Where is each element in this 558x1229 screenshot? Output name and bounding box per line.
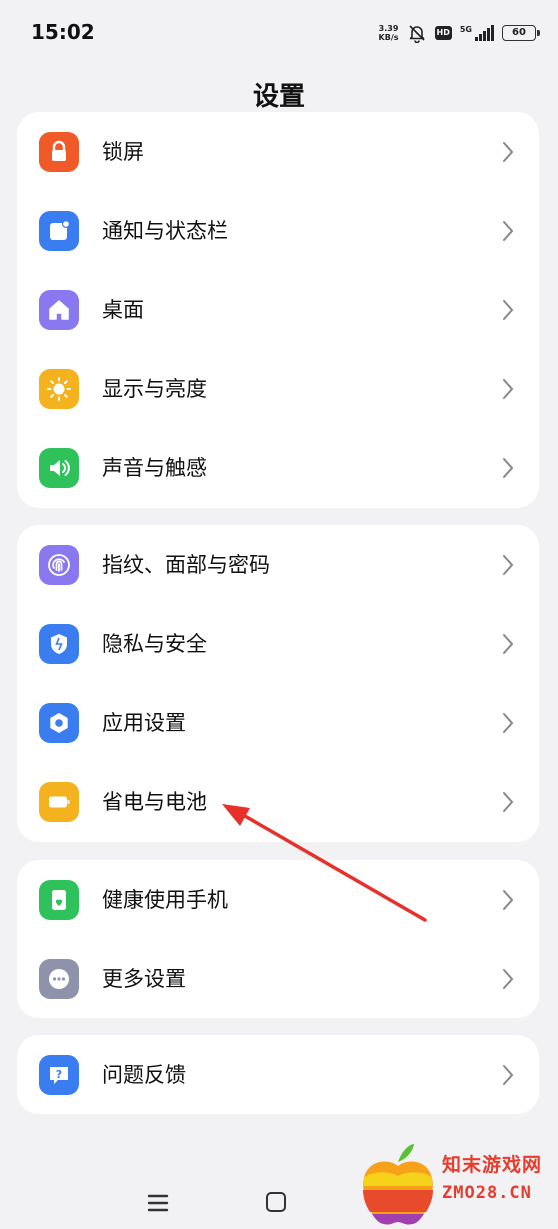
settings-item-label: 显示与亮度 [102,377,207,401]
settings-item-label: 桌面 [102,298,144,322]
settings-item-fingerprint[interactable]: 指纹、面部与密码 [17,525,539,604]
signal-type: 5G [459,25,472,34]
settings-item-apps[interactable]: 应用设置 [17,683,539,762]
settings-item-label: 指纹、面部与密码 [102,553,270,577]
network-speed: 3.39 KB/s [379,24,399,42]
settings-group-1: 锁屏 通知与状态栏 桌面 显示与亮度 声音与触感 [17,112,539,508]
fingerprint-icon [39,545,79,585]
settings-item-more[interactable]: 更多设置 [17,939,539,1018]
chevron-right-icon [503,969,514,989]
chevron-right-icon [503,221,514,241]
chevron-right-icon [503,713,514,733]
watermark-text: 知末游戏网 [442,1154,543,1176]
settings-item-label: 声音与触感 [102,456,207,480]
settings-item-sound[interactable]: 声音与触感 [17,428,539,507]
chevron-right-icon [503,792,514,812]
settings-item-label: 问题反馈 [102,1063,186,1087]
network-speed-unit: KB/s [378,33,399,42]
home-button[interactable] [266,1192,286,1212]
settings-item-label: 省电与电池 [102,790,207,814]
network-speed-value: 3.39 [378,24,399,33]
settings-item-notifications[interactable]: 通知与状态栏 [17,191,539,270]
page-title: 设置 [252,82,305,112]
status-time: 15:02 [31,20,95,44]
settings-group-2: 指纹、面部与密码 隐私与安全 应用设置 省电与电池 [17,525,539,842]
lock-icon [39,132,79,172]
status-bar: 15:02 3.39 KB/s HD 5G 60 [0,0,558,64]
watermark: 知末游戏网 ZMO28.CN [358,1140,558,1229]
battery-icon [39,782,79,822]
apple-logo-icon [363,1144,433,1225]
chevron-right-icon [503,142,514,162]
chevron-right-icon [503,379,514,399]
menu-icon[interactable] [147,1193,169,1213]
settings-item-label: 应用设置 [102,711,186,735]
settings-item-label: 通知与状态栏 [102,219,228,243]
chevron-right-icon [503,634,514,654]
hd-badge: HD [434,26,452,40]
signal-icon: 5G [460,25,494,41]
home-icon [39,290,79,330]
feedback-icon: ? [39,1055,79,1095]
watermark-subtext: ZMO28.CN [442,1183,532,1203]
chevron-right-icon [503,300,514,320]
settings-item-health[interactable]: 健康使用手机 [17,860,539,939]
shield-icon [39,624,79,664]
settings-item-desktop[interactable]: 桌面 [17,270,539,349]
health-phone-icon [39,880,79,920]
more-icon [39,959,79,999]
settings-item-label: 更多设置 [102,967,186,991]
settings-item-label: 隐私与安全 [102,632,207,656]
battery-indicator: 60 [502,25,540,41]
speaker-icon [39,448,79,488]
settings-item-privacy[interactable]: 隐私与安全 [17,604,539,683]
chevron-right-icon [503,458,514,478]
notification-icon [39,211,79,251]
settings-item-display[interactable]: 显示与亮度 [17,349,539,428]
settings-item-label: 锁屏 [102,140,144,164]
chevron-right-icon [503,555,514,575]
settings-item-lock-screen[interactable]: 锁屏 [17,112,539,191]
settings-group-4: ? 问题反馈 [17,1035,539,1114]
sun-icon [39,369,79,409]
settings-group-3: 健康使用手机 更多设置 [17,860,539,1018]
settings-item-label: 健康使用手机 [102,888,228,912]
status-icons: 3.39 KB/s HD 5G 60 [379,20,540,46]
svg-text:?: ? [56,1068,62,1081]
bell-muted-icon [408,25,425,43]
chevron-right-icon [503,1065,514,1085]
settings-item-battery[interactable]: 省电与电池 [17,762,539,841]
settings-item-feedback[interactable]: ? 问题反馈 [17,1035,539,1114]
app-settings-icon [39,703,79,743]
chevron-right-icon [503,890,514,910]
